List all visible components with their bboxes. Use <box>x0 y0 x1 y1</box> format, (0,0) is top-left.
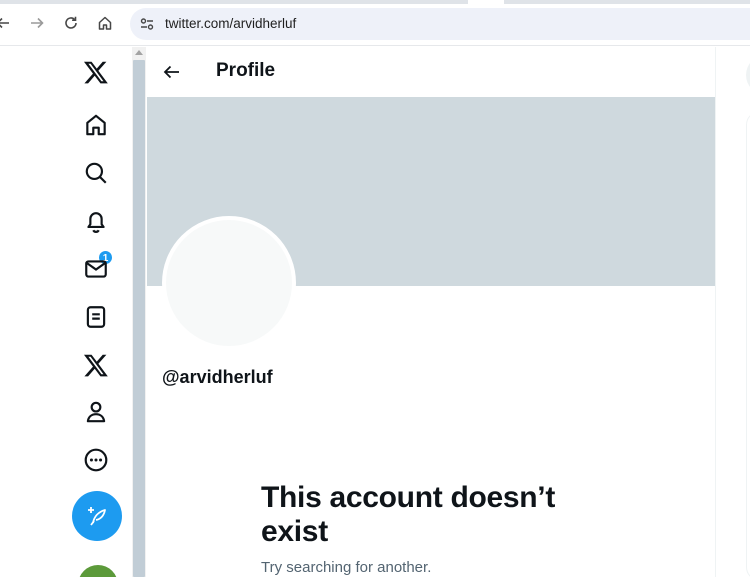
tab-strip <box>0 0 750 4</box>
browser-home-icon <box>98 16 112 30</box>
more-circle-icon <box>84 448 108 472</box>
home-button[interactable] <box>94 12 116 34</box>
reload-button[interactable] <box>60 12 82 34</box>
bell-icon <box>87 212 105 233</box>
search-icon <box>85 162 107 184</box>
x-logo-link[interactable] <box>83 59 109 85</box>
reload-icon <box>65 16 77 29</box>
nav-profile[interactable] <box>83 399 109 425</box>
url-text: twitter.com/arvidherluf <box>165 16 297 31</box>
nav-more[interactable] <box>83 447 109 473</box>
nav-explore[interactable] <box>83 160 109 186</box>
profile-avatar <box>162 216 296 350</box>
right-sidebar <box>716 47 750 577</box>
nav-messages[interactable] <box>83 256 109 282</box>
profile-main-column: Profile @arvidherluf This account doesn’… <box>146 47 716 577</box>
x-premium-icon <box>83 354 108 377</box>
profile-handle: @arvidherluf <box>162 367 273 387</box>
sidebar-card <box>746 111 750 577</box>
account-avatar[interactable] <box>78 565 118 577</box>
home-icon <box>86 114 106 136</box>
nav-home[interactable] <box>83 112 109 138</box>
arrow-right-icon <box>31 17 44 29</box>
feather-plus-icon <box>88 507 106 526</box>
back-button[interactable] <box>0 12 14 34</box>
scrollbar-thumb[interactable] <box>133 60 145 577</box>
site-info-icon[interactable] <box>139 16 155 32</box>
scroll-up-arrow[interactable] <box>135 50 143 55</box>
profile-header: Profile <box>146 47 716 97</box>
arrow-left-icon <box>0 17 9 29</box>
forward-button[interactable] <box>26 12 48 34</box>
empty-state-subtitle: Try searching for another. <box>261 559 432 576</box>
person-icon <box>86 401 106 423</box>
left-navigation: 1 <box>0 47 132 577</box>
nav-notifications[interactable] <box>83 208 109 234</box>
arrow-left-icon <box>163 65 179 79</box>
address-bar[interactable]: twitter.com/arvidherluf <box>130 8 750 40</box>
compose-post-button[interactable] <box>72 491 122 541</box>
sidebar-search[interactable] <box>746 55 750 95</box>
nav-premium[interactable] <box>83 352 109 378</box>
x-logo-icon <box>83 61 108 84</box>
nav-lists[interactable] <box>83 304 109 330</box>
browser-toolbar: twitter.com/arvidherluf <box>0 0 750 46</box>
empty-state-title: This account doesn’t exist <box>261 481 556 548</box>
lists-icon <box>86 306 106 328</box>
envelope-icon <box>85 260 107 278</box>
profile-back-button[interactable] <box>162 62 182 82</box>
page-title: Profile <box>216 60 276 81</box>
